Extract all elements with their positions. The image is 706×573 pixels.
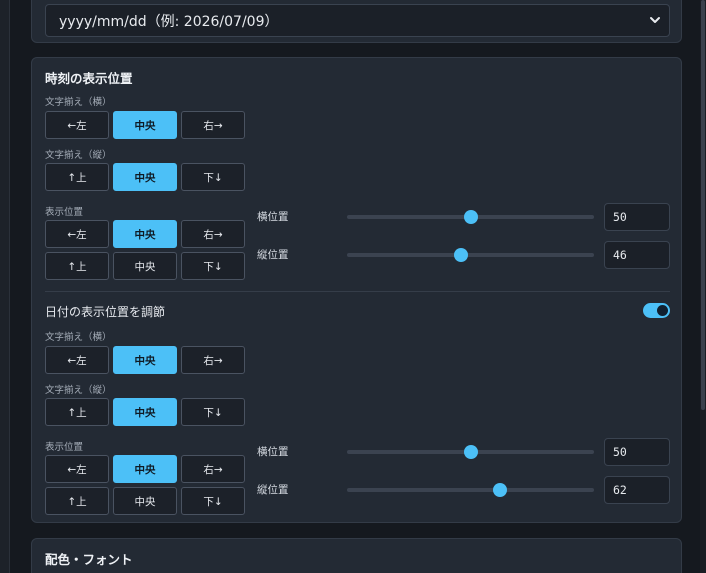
chevron-down-icon [650, 17, 660, 23]
time-h-pos-row: 横位置 50 [257, 203, 670, 231]
time-display-top-button[interactable]: ↑上 [45, 252, 109, 280]
time-display-right-label: 右→ [203, 228, 223, 241]
date-display-bottom-label: 下↓ [203, 495, 223, 508]
time-display-right-button[interactable]: 右→ [181, 220, 245, 248]
date-display-left-label: ←左 [67, 463, 87, 476]
time-display-middle-label: 中央 [134, 260, 156, 273]
date-adjust-toggle[interactable] [643, 303, 670, 318]
time-display-center-button[interactable]: 中央 [113, 220, 177, 248]
date-display-right-label: 右→ [203, 463, 223, 476]
toggle-knob [657, 305, 668, 316]
date-display-middle-label: 中央 [134, 495, 156, 508]
date-display-center-button[interactable]: 中央 [113, 455, 177, 483]
date-h-align-left-label: ←左 [67, 354, 87, 367]
date-v-align-label: 文字揃え（縦） [45, 385, 112, 396]
date-display-left-button[interactable]: ←左 [45, 455, 109, 483]
time-display-left-button[interactable]: ←左 [45, 220, 109, 248]
time-h-pos-label: 横位置 [257, 211, 289, 223]
time-h-align-center-label: 中央 [134, 119, 156, 132]
date-adjust-label: 日付の表示位置を調節 [45, 305, 166, 319]
date-v-pos-input[interactable]: 62 [604, 476, 670, 504]
date-v-align-center-label: 中央 [134, 406, 156, 419]
time-h-align-right-label: 右→ [203, 119, 223, 132]
date-display-center-label: 中央 [134, 463, 156, 476]
time-display-label: 表示位置 [45, 207, 84, 218]
date-v-align-bottom-button[interactable]: 下↓ [181, 398, 245, 426]
time-v-align-top-label: ↑上 [67, 171, 87, 184]
date-v-align-top-label: ↑上 [67, 406, 87, 419]
time-h-align-center-button[interactable]: 中央 [113, 111, 177, 139]
time-v-align-group: ↑上 中央 下↓ [45, 163, 245, 191]
time-display-bottom-button[interactable]: 下↓ [181, 252, 245, 280]
date-v-pos-label: 縦位置 [257, 484, 289, 496]
date-h-pos-label: 横位置 [257, 446, 289, 458]
date-v-pos-knob[interactable] [493, 483, 508, 497]
date-display-right-button[interactable]: 右→ [181, 455, 245, 483]
settings-panel: yyyy/mm/dd（例: 2026/07/09） 時刻の表示位置 文字揃え（横… [0, 0, 706, 573]
time-v-align-top-button[interactable]: ↑上 [45, 163, 109, 191]
scrollbar-thumb[interactable] [701, 0, 705, 410]
date-h-pos-slider[interactable] [347, 445, 594, 459]
date-format-card: yyyy/mm/dd（例: 2026/07/09） [31, 0, 682, 43]
date-display-top-label: ↑上 [67, 495, 87, 508]
time-h-pos-slider[interactable] [347, 210, 594, 224]
date-h-align-right-label: 右→ [203, 354, 223, 367]
time-v-pos-input[interactable]: 46 [604, 241, 670, 269]
date-h-align-right-button[interactable]: 右→ [181, 346, 245, 374]
time-v-pos-row: 縦位置 46 [257, 241, 670, 269]
time-position-title: 時刻の表示位置 [45, 71, 133, 86]
time-h-align-group: ←左 中央 右→ [45, 111, 245, 139]
date-h-pos-knob[interactable] [463, 445, 478, 459]
colors-font-card: 配色・フォント [31, 538, 682, 573]
time-display-row2: ↑上 中央 下↓ [45, 252, 245, 280]
time-v-align-center-button[interactable]: 中央 [113, 163, 177, 191]
date-h-align-left-button[interactable]: ←左 [45, 346, 109, 374]
date-v-align-top-button[interactable]: ↑上 [45, 398, 109, 426]
time-v-align-bottom-button[interactable]: 下↓ [181, 163, 245, 191]
time-v-pos-knob[interactable] [453, 248, 468, 262]
date-h-pos-input[interactable]: 50 [604, 438, 670, 466]
time-display-row1: ←左 中央 右→ [45, 220, 245, 248]
date-h-align-label: 文字揃え（横） [45, 332, 112, 343]
date-h-align-group: ←左 中央 右→ [45, 346, 245, 374]
time-v-pos-label: 縦位置 [257, 249, 289, 261]
section-divider [45, 291, 670, 292]
time-h-align-label: 文字揃え（横） [45, 97, 112, 108]
time-v-align-bottom-label: 下↓ [203, 171, 223, 184]
date-h-align-center-label: 中央 [134, 354, 156, 367]
time-display-middle-button[interactable]: 中央 [113, 252, 177, 280]
time-v-align-center-label: 中央 [134, 171, 156, 184]
time-h-align-left-label: ←左 [67, 119, 87, 132]
date-display-row1: ←左 中央 右→ [45, 455, 245, 483]
date-v-pos-slider[interactable] [347, 483, 594, 497]
time-v-pos-slider[interactable] [347, 248, 594, 262]
date-v-align-group: ↑上 中央 下↓ [45, 398, 245, 426]
date-h-align-center-button[interactable]: 中央 [113, 346, 177, 374]
date-display-top-button[interactable]: ↑上 [45, 487, 109, 515]
date-display-row2: ↑上 中央 下↓ [45, 487, 245, 515]
time-display-left-label: ←左 [67, 228, 87, 241]
time-v-align-label: 文字揃え（縦） [45, 150, 112, 161]
time-h-pos-knob[interactable] [463, 210, 478, 224]
time-display-top-label: ↑上 [67, 260, 87, 273]
time-h-pos-input[interactable]: 50 [604, 203, 670, 231]
date-v-align-bottom-label: 下↓ [203, 406, 223, 419]
date-format-select[interactable]: yyyy/mm/dd（例: 2026/07/09） [45, 4, 670, 37]
date-display-middle-button[interactable]: 中央 [113, 487, 177, 515]
position-card: 時刻の表示位置 文字揃え（横） ←左 中央 右→ 文字揃え（縦） ↑上 中央 下… [31, 57, 682, 523]
date-format-value: yyyy/mm/dd（例: 2026/07/09） [59, 13, 279, 30]
date-v-pos-row: 縦位置 62 [257, 476, 670, 504]
date-h-pos-row: 横位置 50 [257, 438, 670, 466]
date-display-label: 表示位置 [45, 442, 84, 453]
date-v-align-center-button[interactable]: 中央 [113, 398, 177, 426]
time-display-bottom-label: 下↓ [203, 260, 223, 273]
time-display-center-label: 中央 [134, 228, 156, 241]
scrollbar[interactable] [700, 0, 706, 573]
colors-font-title: 配色・フォント [45, 552, 133, 567]
time-h-align-right-button[interactable]: 右→ [181, 111, 245, 139]
time-h-align-left-button[interactable]: ←左 [45, 111, 109, 139]
date-display-bottom-button[interactable]: 下↓ [181, 487, 245, 515]
left-edge [0, 0, 10, 573]
